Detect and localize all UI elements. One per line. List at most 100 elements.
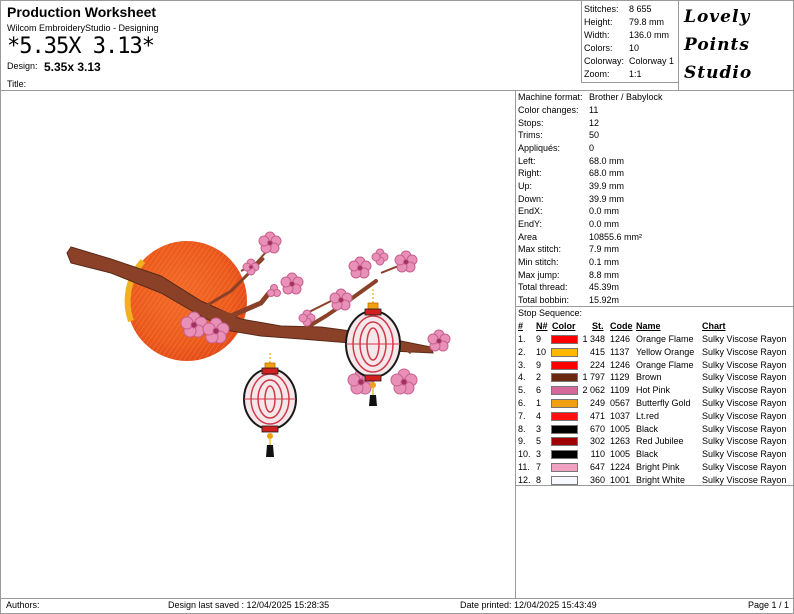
color-swatch	[551, 399, 578, 408]
design-label: Design:	[7, 61, 38, 71]
table-row: 6. 1 249 0567 Butterfly Gold Sulky Viscose Ra…	[515, 398, 794, 411]
thread-name: Orange Flame	[636, 359, 694, 370]
thread-chart: Sulky Viscose Rayon	[702, 410, 787, 421]
table-row: 3. 9 224 1246 Orange Flame Sulky Viscose Rayo…	[515, 360, 794, 373]
stitch-count: 670	[589, 423, 605, 434]
embroidery-preview	[66, 231, 451, 457]
needle-number: 7	[536, 462, 542, 472]
thread-name: Bright Pink	[636, 462, 680, 472]
thread-name: Yellow Orange	[636, 346, 695, 357]
thread-code: 1005	[610, 423, 631, 434]
thread-name: Lt.red	[636, 410, 660, 421]
needle-number: 8	[536, 474, 542, 485]
row-number: 6.	[518, 398, 526, 408]
row-number: 1.	[518, 334, 526, 344]
row-number: 10.	[518, 449, 531, 460]
logo-line: Points	[684, 35, 750, 55]
stitch-count: 471	[589, 410, 605, 421]
thread-chart: Sulky Viscose Rayon	[702, 346, 787, 357]
thread-chart: Sulky Viscose Rayon	[702, 449, 787, 460]
row-number: 12.	[518, 474, 531, 485]
color-swatch	[551, 335, 578, 344]
table-row: 5. 6 2 062 1109 Hot Pink Sulky Viscose Rayon	[515, 385, 794, 398]
table-row: 7. 4 471 1037 Lt.red Sulky Viscose Rayon	[515, 411, 794, 424]
logo-line: Lovely	[684, 7, 751, 27]
design-big-name: *5.35X 3.13*	[7, 34, 155, 59]
thread-code: 1001	[610, 474, 631, 485]
thread-code: 1263	[610, 436, 631, 447]
design-stats: Stitches: 8 655 Height: 79.8 mm Width: 136.…	[581, 1, 678, 83]
page-title: Production Worksheet	[7, 4, 157, 20]
needle-number: 10	[536, 346, 547, 357]
color-swatch	[551, 373, 578, 383]
logo-line: Studio	[684, 63, 753, 83]
stop-sequence-title: Stop Sequence:	[518, 308, 583, 318]
divider	[515, 306, 794, 307]
table-row: 4. 2 1 797 1129 Brown Sulky Viscose Rayon	[515, 372, 794, 385]
stitch-count: 360	[589, 474, 605, 485]
needle-number: 9	[536, 359, 542, 370]
thread-code: 1246	[610, 334, 631, 344]
title-label: Title:	[7, 79, 27, 89]
row-number: 3.	[518, 359, 526, 370]
divider	[581, 82, 678, 83]
color-swatch	[551, 437, 578, 447]
color-swatch	[551, 475, 578, 485]
thread-chart: Sulky Viscose Rayon	[702, 385, 787, 396]
thread-chart: Sulky Viscose Rayon	[702, 462, 787, 472]
thread-chart: Sulky Viscose Rayon	[702, 398, 787, 408]
color-swatch	[551, 360, 578, 370]
design-value: 5.35x 3.13	[44, 60, 101, 74]
page-number: Page 1 / 1	[748, 600, 790, 610]
thread-chart: Sulky Viscose Rayon	[702, 334, 787, 344]
date-printed: Date printed: 12/04/2025 15:43:49	[460, 600, 597, 610]
row-number: 9.	[518, 436, 526, 447]
row-number: 7.	[518, 410, 526, 421]
needle-number: 3	[536, 423, 542, 434]
needle-number: 9	[536, 334, 542, 344]
needle-number: 2	[536, 372, 542, 383]
thread-name: Hot Pink	[636, 385, 671, 396]
stitch-count: 224	[589, 359, 605, 370]
table-row: 12. 8 360 1001 Bright White Sulky Viscose Ray…	[515, 475, 794, 488]
needle-number: 6	[536, 385, 542, 396]
thread-code: 1109	[610, 385, 630, 396]
last-saved: Design last saved : 12/04/2025 15:28:35	[168, 600, 330, 610]
thread-name: Black	[636, 423, 659, 434]
stitch-count: 647	[589, 462, 605, 472]
color-swatch	[551, 386, 578, 396]
thread-code: 1037	[610, 410, 631, 421]
stitch-count: 1 348	[582, 334, 605, 344]
row-number: 8.	[518, 423, 526, 434]
thread-chart: Sulky Viscose Rayon	[702, 474, 787, 485]
thread-chart: Sulky Viscose Rayon	[702, 423, 787, 434]
worksheet: Production Worksheet Wilcom EmbroiderySt…	[0, 0, 794, 614]
thread-code: 1246	[610, 359, 631, 370]
table-row: 8. 3 670 1005 Black Sulky Viscose Rayon	[515, 424, 794, 437]
table-row: 1. 9 1 348 1246 Orange Flame Sulky Viscose Ra…	[515, 334, 794, 347]
table-row: 2. 10 415 1137 Yellow Orange Sulky Viscose Ra…	[515, 347, 794, 360]
stitch-count: 2 062	[582, 385, 605, 396]
thread-name: Bright White	[636, 474, 686, 485]
stitch-count: 249	[589, 398, 605, 408]
table-row: 11. 7 647 1224 Bright Pink Sulky Viscose Rayo…	[515, 462, 794, 475]
lantern-left	[243, 353, 297, 457]
thread-name: Orange Flame	[636, 334, 694, 344]
thread-name: Brown	[636, 372, 662, 383]
thread-name: Black	[636, 449, 659, 460]
color-swatch	[551, 450, 578, 460]
thread-chart: Sulky Viscose Rayon	[702, 359, 787, 370]
thread-code: 0567	[610, 398, 631, 408]
row-number: 2.	[518, 346, 526, 357]
needle-number: 1	[536, 398, 542, 408]
divider	[1, 598, 794, 599]
color-swatch	[551, 463, 578, 472]
color-swatch	[551, 424, 578, 434]
needle-number: 4	[536, 410, 542, 421]
app-name: Wilcom EmbroideryStudio - Designing	[7, 23, 159, 33]
studio-logo: Lovely Points Studio	[678, 1, 794, 91]
header-info: Production Worksheet Wilcom EmbroiderySt…	[1, 1, 581, 91]
stitch-count: 1 797	[582, 372, 605, 383]
row-number: 11.	[518, 462, 530, 472]
thread-code: 1137	[610, 346, 630, 357]
